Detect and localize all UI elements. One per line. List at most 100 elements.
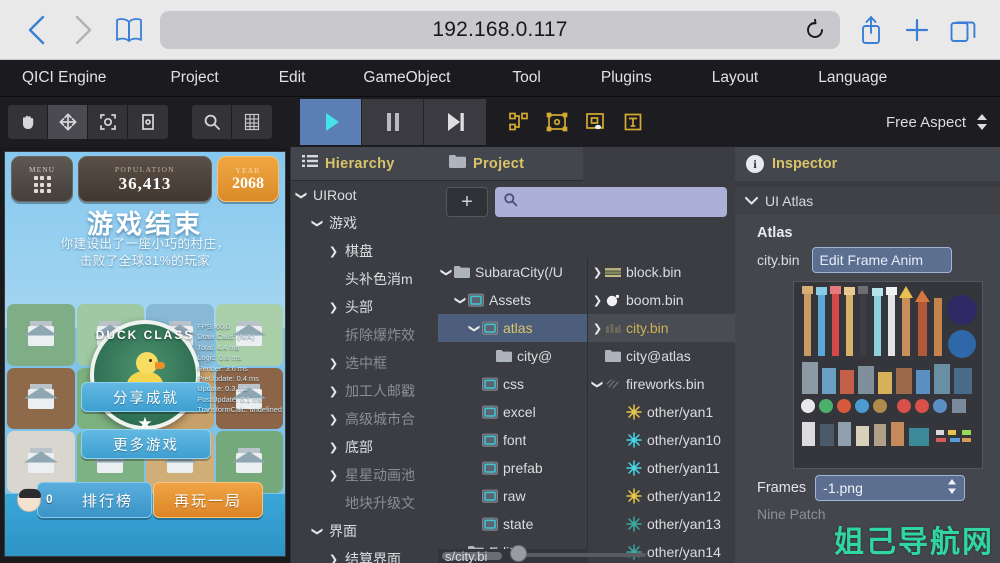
move-tool-button[interactable] — [48, 105, 88, 139]
stepper-icon[interactable] — [947, 478, 957, 498]
frames-dropdown[interactable]: -1.png — [815, 475, 966, 501]
edit-frame-animation-button[interactable]: Edit Frame Anim — [811, 247, 952, 273]
project-file-row[interactable]: ❯other/yan13 — [588, 510, 735, 538]
thumbnail-size-slider[interactable] — [516, 553, 646, 557]
chevron-right-icon[interactable]: ❯ — [591, 294, 604, 307]
game-menu-button[interactable]: MENU — [11, 156, 73, 202]
menu-item-tool[interactable]: Tool — [502, 69, 550, 87]
slider-knob[interactable] — [510, 545, 527, 562]
chevron-right-icon[interactable]: ❯ — [327, 553, 340, 563]
stepper-icon[interactable] — [976, 112, 988, 132]
hierarchy-node[interactable]: ❯ 高级城市合 — [291, 405, 438, 433]
menu-item-qici-engine[interactable]: QICI Engine — [12, 69, 116, 87]
chevron-right-icon[interactable]: ❯ — [327, 357, 340, 370]
hierarchy-node[interactable]: ❯ 星星动画池 — [291, 461, 438, 489]
share-button[interactable] — [848, 8, 894, 52]
project-tree[interactable]: ❯ SubaraCity(/U ❯ Assets ❯ atlas ❯city@❯css❯ex… — [438, 258, 588, 563]
hierarchy-node[interactable]: ❯ 底部 — [291, 433, 438, 461]
chevron-right-icon[interactable]: ❯ — [327, 413, 340, 426]
new-tab-button[interactable] — [894, 8, 940, 52]
hand-tool-button[interactable] — [8, 105, 48, 139]
share-achievement-button[interactable]: 分享成就 — [81, 382, 211, 412]
chevron-right-icon[interactable]: ❯ — [327, 385, 340, 398]
project-file-row[interactable]: ❯ boom.bin — [588, 286, 735, 314]
hierarchy-node[interactable]: ❯ 结算界面 — [291, 545, 438, 563]
project-file-row[interactable]: ❯other/yan11 — [588, 454, 735, 482]
chevron-down-icon[interactable]: ❯ — [311, 525, 324, 538]
chevron-down-icon[interactable]: ❯ — [591, 378, 604, 391]
sprite-icon[interactable] — [538, 102, 576, 142]
chevron-down-icon[interactable]: ❯ — [468, 322, 481, 335]
chevron-right-icon[interactable]: ❯ — [327, 301, 340, 314]
menu-item-project[interactable]: Project — [160, 69, 228, 87]
play-again-button[interactable]: 再玩一局 — [153, 482, 263, 518]
hierarchy-node[interactable]: ❯拆除爆炸效 — [291, 321, 438, 349]
hierarchy-node[interactable]: ❯头补色消m — [291, 265, 438, 293]
chevron-down-icon[interactable]: ❯ — [454, 294, 467, 307]
leaderboard-button[interactable]: 排行榜 — [37, 482, 152, 518]
project-file-row[interactable]: ❯other/yan10 — [588, 426, 735, 454]
tab-inspector[interactable]: i Inspector — [735, 147, 1000, 181]
text-icon[interactable] — [614, 102, 652, 142]
project-file-row[interactable]: ❯ city.bin — [588, 314, 735, 342]
project-tree-node[interactable]: ❯city@ — [438, 342, 587, 370]
ui-atlas-section-header[interactable]: UI Atlas — [735, 187, 1000, 215]
search-input[interactable] — [495, 187, 727, 217]
step-button[interactable] — [424, 99, 486, 145]
project-file-row[interactable]: ❯other/yan14 — [588, 538, 735, 563]
project-tree-node[interactable]: ❯raw — [438, 482, 587, 510]
url-bar[interactable]: 192.168.0.117 — [160, 10, 840, 49]
project-tree-node[interactable]: ❯ SubaraCity(/U — [438, 258, 587, 286]
chevron-right-icon[interactable]: ❯ — [591, 322, 604, 335]
bookmarks-button[interactable] — [106, 8, 152, 52]
menu-item-language[interactable]: Language — [808, 69, 897, 87]
scale-tool-button[interactable] — [88, 105, 128, 139]
chevron-down-icon[interactable]: ❯ — [311, 217, 324, 230]
hierarchy-node[interactable]: ❯ 棋盘 — [291, 237, 438, 265]
project-tree-node[interactable]: ❯ Assets — [438, 286, 587, 314]
tab-hierarchy[interactable]: Hierarchy — [291, 147, 438, 181]
project-tree-node[interactable]: ❯ atlas — [438, 314, 587, 342]
play-button[interactable] — [300, 99, 362, 145]
project-tree-node[interactable]: ❯excel — [438, 398, 587, 426]
button-icon[interactable] — [576, 102, 614, 142]
city-tile[interactable] — [7, 304, 75, 366]
hierarchy-node[interactable]: ❯ 加工人邮戳 — [291, 377, 438, 405]
chevron-right-icon[interactable]: ❯ — [327, 441, 340, 454]
chevron-down-icon[interactable]: ❯ — [295, 189, 308, 202]
hierarchy-node[interactable]: ❯ 界面 — [291, 517, 438, 545]
hierarchy-node[interactable]: ❯地块升级文 — [291, 489, 438, 517]
chevron-right-icon[interactable]: ❯ — [327, 469, 340, 482]
chevron-right-icon[interactable]: ❯ — [591, 266, 604, 279]
project-file-row[interactable]: ❯other/yan1 — [588, 398, 735, 426]
zoom-tool-button[interactable] — [192, 105, 232, 139]
rect-tool-button[interactable] — [128, 105, 168, 139]
project-tree-node[interactable]: ❯font — [438, 426, 587, 454]
project-file-row[interactable]: ❯ fireworks.bin — [588, 370, 735, 398]
tabs-button[interactable] — [940, 8, 986, 52]
hierarchy-node[interactable]: ❯ 游戏 — [291, 209, 438, 237]
node-graph-icon[interactable] — [500, 102, 538, 142]
menu-item-edit[interactable]: Edit — [269, 69, 316, 87]
chevron-down-icon[interactable]: ❯ — [440, 266, 453, 279]
project-tree-node[interactable]: ❯prefab — [438, 454, 587, 482]
hierarchy-tree[interactable]: ❯UIRoot❯游戏❯棋盘❯头补色消m❯头部❯拆除爆炸效❯选中框❯加工人邮戳❯高… — [291, 181, 438, 563]
game-canvas[interactable]: MENU POPULATION 36,413 YEAR 2068 游戏结束 你建… — [4, 151, 286, 557]
back-button[interactable] — [14, 8, 60, 52]
grid-tool-button[interactable] — [232, 105, 272, 139]
project-tree-node[interactable]: ❯state — [438, 510, 587, 538]
project-file-row[interactable]: ❯ block.bin — [588, 258, 735, 286]
hierarchy-node[interactable]: ❯ 选中框 — [291, 349, 438, 377]
aspect-selector[interactable]: Free Aspect — [886, 97, 1000, 147]
hierarchy-node[interactable]: ❯ 头部 — [291, 293, 438, 321]
project-file-row[interactable]: ❯other/yan12 — [588, 482, 735, 510]
pause-button[interactable] — [362, 99, 424, 145]
project-tree-node[interactable]: ❯css — [438, 370, 587, 398]
project-file-row[interactable]: ❯city@atlas — [588, 342, 735, 370]
atlas-preview[interactable] — [793, 281, 983, 469]
tab-project[interactable]: Project — [438, 147, 583, 181]
menu-item-plugins[interactable]: Plugins — [591, 69, 662, 87]
menu-item-gameobject[interactable]: GameObject — [353, 69, 460, 87]
reload-icon[interactable] — [804, 18, 826, 41]
city-tile[interactable] — [7, 367, 75, 429]
